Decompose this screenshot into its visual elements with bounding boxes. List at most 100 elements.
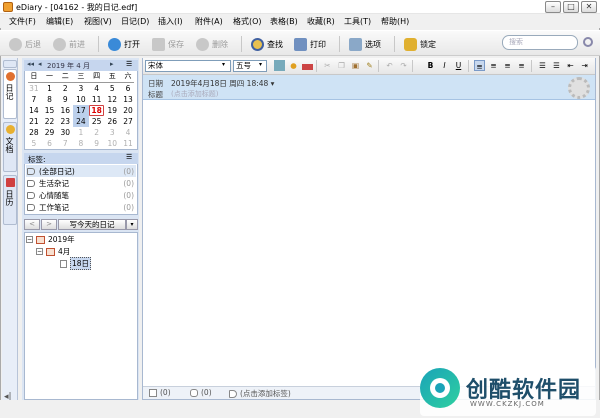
redo-icon[interactable]: ↷ [398,60,409,71]
search-icon[interactable] [583,37,593,47]
calendar-day[interactable]: 16 [57,105,73,116]
calendar-day[interactable]: 4 [120,127,136,138]
calendar-day[interactable]: 5 [26,138,42,149]
close-button[interactable]: ✕ [581,1,597,13]
numbered-list-icon[interactable]: ☰ [551,60,562,71]
calendar-day[interactable]: 28 [26,127,42,138]
weather-icon[interactable] [568,77,590,99]
calendar-day[interactable]: 11 [89,94,105,105]
date-value[interactable]: 2019年4月18日 周四 18:48 ▾ [171,78,274,89]
menu-view[interactable]: 视图(V) [84,16,112,27]
tree-node-day[interactable]: 18日 [60,257,92,270]
align-center-icon[interactable]: ≡ [488,60,499,71]
menu-insert[interactable]: 插入(I) [158,16,183,27]
calendar-day[interactable]: 26 [104,116,120,127]
tag-item[interactable]: 心情随笔 (0) [26,189,136,201]
maximize-button[interactable]: □ [563,1,579,13]
attachments-status[interactable]: (0) [149,388,171,397]
menu-file[interactable]: 文件(F) [9,16,36,27]
side-tab-top-icon[interactable] [3,60,17,68]
open-button[interactable]: 打开 [108,36,140,52]
calendar-day[interactable]: 31 [26,83,42,94]
calendar-day[interactable]: 8 [73,138,89,149]
tree-node-year[interactable]: −2019年 [26,234,75,245]
calendar-day[interactable]: 20 [120,105,136,116]
menu-attachment[interactable]: 附件(A) [195,16,223,27]
format-painter-icon[interactable]: ✎ [364,60,375,71]
calendar-day[interactable]: 1 [73,127,89,138]
indent-icon[interactable]: ⇥ [579,60,590,71]
calendar-day[interactable]: 2 [57,83,73,94]
calendar-day[interactable]: 21 [26,116,42,127]
calendar-day[interactable]: 30 [57,127,73,138]
lock-button[interactable]: 锁定 [404,36,436,52]
calendar-day[interactable]: 8 [42,94,58,105]
calendar-day[interactable]: 10 [73,94,89,105]
bold-button[interactable]: B [425,60,436,71]
calendar-day[interactable]: 12 [104,94,120,105]
find-button[interactable]: 查找 [251,36,283,52]
menu-diary[interactable]: 日记(D) [121,16,149,27]
calendar-day[interactable]: 5 [104,83,120,94]
undo-icon[interactable]: ↶ [384,60,395,71]
collapse-toggle-icon[interactable]: − [26,236,33,243]
copy-icon[interactable]: ❐ [336,60,347,71]
prev-entry-button[interactable]: < [24,219,40,230]
print-button[interactable]: 打印 [294,36,326,52]
write-today-dropdown[interactable]: ▾ [126,219,138,230]
tag-menu-icon[interactable]: ☰ [126,153,132,161]
paste-icon[interactable]: ▣ [350,60,361,71]
tab-documents[interactable]: 文档 [3,122,17,172]
calendar-day[interactable]: 29 [42,127,58,138]
bullet-list-icon[interactable]: ☰ [537,60,548,71]
tag-item[interactable]: 生活杂记 (0) [26,177,136,189]
menu-favorites[interactable]: 收藏(R) [307,16,335,27]
calendar-day[interactable]: 19 [104,105,120,116]
comments-status[interactable]: (0) [190,388,212,397]
calendar-day[interactable]: 7 [26,94,42,105]
tab-diary[interactable]: 日记 [3,69,17,119]
calendar-day[interactable]: 9 [89,138,105,149]
align-left-icon[interactable]: ≡ [474,60,485,71]
calendar-day[interactable]: 1 [42,83,58,94]
minimize-button[interactable]: – [545,1,561,13]
chevron-down-icon[interactable]: ▾ [259,61,262,68]
calendar-day[interactable]: 6 [42,138,58,149]
tree-node-month[interactable]: −4月 [36,246,70,257]
calendar-day[interactable]: 9 [57,94,73,105]
editor-area[interactable] [142,58,596,400]
align-right-icon[interactable]: ≡ [502,60,513,71]
search-input[interactable]: 搜索 [502,35,578,50]
prev-year-button[interactable]: ◂◂ [27,60,34,68]
tag-item[interactable]: 工作笔记 (0) [26,201,136,213]
emoticon-icon[interactable]: ● [288,60,299,71]
save-button[interactable]: 保存 [152,36,184,52]
calendar-day[interactable]: 11 [120,138,136,149]
calendar-day[interactable]: 2 [89,127,105,138]
chevron-down-icon[interactable]: ▾ [222,61,225,68]
calendar-day[interactable]: 15 [42,105,58,116]
forward-button[interactable]: 前进 [53,36,85,52]
justify-icon[interactable]: ≡ [516,60,527,71]
menu-table[interactable]: 表格(B) [270,16,298,27]
menu-tools[interactable]: 工具(T) [344,16,371,27]
options-button[interactable]: 选项 [349,36,381,52]
insert-table-icon[interactable] [302,64,313,70]
delete-button[interactable]: 删除 [196,36,228,52]
calendar-day[interactable]: 3 [73,83,89,94]
calendar-day[interactable]: 22 [42,116,58,127]
italic-button[interactable]: I [439,60,450,71]
outdent-icon[interactable]: ⇤ [565,60,576,71]
menu-help[interactable]: 帮助(H) [381,16,409,27]
insert-image-icon[interactable] [274,60,285,71]
tag-item[interactable]: (全部日记) (0) [26,165,136,177]
underline-button[interactable]: U [453,60,464,71]
calendar-day[interactable]: 23 [57,116,73,127]
calendar-day[interactable]: 17 [73,105,89,116]
calendar-day-today[interactable]: 18 [88,105,105,116]
calendar-month-label[interactable]: 2019 年 4 月 [47,61,90,71]
write-today-button[interactable]: 写今天的日记 [58,219,126,230]
calendar-day[interactable]: 4 [89,83,105,94]
prev-month-button[interactable]: ◂ [38,60,42,68]
next-entry-button[interactable]: > [41,219,57,230]
